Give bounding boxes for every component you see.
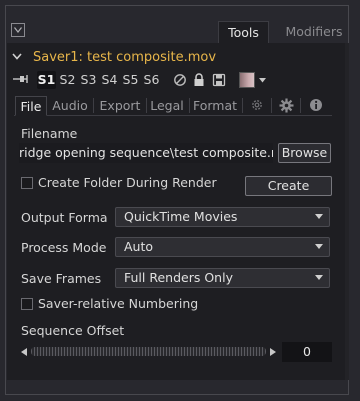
slot-s6[interactable]: S6 [142, 71, 161, 89]
chevron-down-icon [315, 214, 323, 219]
slider-left-arrow-icon[interactable] [21, 348, 27, 356]
process-mode-value: Auto [124, 239, 154, 254]
tab-separator [146, 98, 147, 113]
settings-icon[interactable] [250, 98, 264, 112]
create-folder-label: Create Folder During Render [38, 175, 217, 190]
inspector-window: Tools Modifiers Saver1: test composite.m… [0, 0, 360, 401]
collapse-panel-icon[interactable] [11, 23, 25, 37]
output-format-label: Output Forma [21, 210, 108, 225]
tab-audio[interactable]: Audio [50, 96, 90, 116]
browse-button[interactable]: Browse [278, 143, 331, 163]
pin-icon[interactable] [13, 74, 29, 84]
filename-label: Filename [21, 126, 78, 141]
tab-separator [189, 98, 190, 113]
lock-icon[interactable] [193, 73, 205, 87]
chevron-down-icon [315, 275, 323, 280]
output-format-dropdown[interactable]: QuickTime Movies [115, 207, 330, 227]
create-folder-checkbox[interactable] [21, 177, 33, 189]
create-button[interactable]: Create [245, 176, 332, 196]
tab-format[interactable]: Format [191, 96, 239, 116]
tab-file[interactable]: File [15, 96, 47, 116]
sequence-offset-field[interactable]: 0 [282, 342, 332, 362]
tab-separator [271, 98, 272, 113]
saver-relative-label: Saver-relative Numbering [38, 296, 199, 311]
process-mode-label: Process Mode [21, 240, 107, 255]
chevron-down-icon[interactable] [259, 78, 266, 83]
sequence-offset-label: Sequence Offset [21, 323, 125, 338]
disable-icon[interactable] [173, 73, 187, 87]
tab-separator [300, 98, 301, 113]
saver-relative-checkbox[interactable] [21, 298, 33, 310]
slot-s3[interactable]: S3 [79, 71, 98, 89]
chevron-down-icon [315, 244, 323, 249]
gear-icon[interactable] [279, 98, 294, 113]
save-frames-value: Full Renders Only [124, 270, 233, 285]
filename-field[interactable] [19, 143, 273, 163]
output-format-value: QuickTime Movies [124, 209, 238, 224]
tab-modifiers[interactable]: Modifiers [282, 21, 346, 43]
slot-s4[interactable]: S4 [100, 71, 119, 89]
tool-title: Saver1: test composite.mov [33, 50, 217, 65]
tab-tools[interactable]: Tools [218, 21, 269, 43]
sequence-offset-slider[interactable] [31, 347, 266, 356]
slider-right-arrow-icon[interactable] [270, 348, 276, 356]
save-frames-label: Save Frames [21, 271, 102, 286]
panel-scrollbar[interactable] [345, 43, 349, 380]
color-swatch[interactable] [239, 72, 255, 88]
tab-export[interactable]: Export [97, 96, 143, 116]
chevron-down-icon[interactable] [12, 53, 22, 60]
process-mode-dropdown[interactable]: Auto [115, 237, 330, 257]
save-frames-dropdown[interactable]: Full Renders Only [115, 268, 330, 288]
tab-separator [242, 98, 243, 113]
tab-legal[interactable]: Legal [148, 96, 186, 116]
slot-s5[interactable]: S5 [121, 71, 140, 89]
tab-separator [93, 98, 94, 113]
slot-s2[interactable]: S2 [58, 71, 77, 89]
cache-icon[interactable] [212, 73, 226, 87]
info-icon[interactable] [309, 98, 323, 112]
slot-s1[interactable]: S1 [37, 71, 56, 89]
